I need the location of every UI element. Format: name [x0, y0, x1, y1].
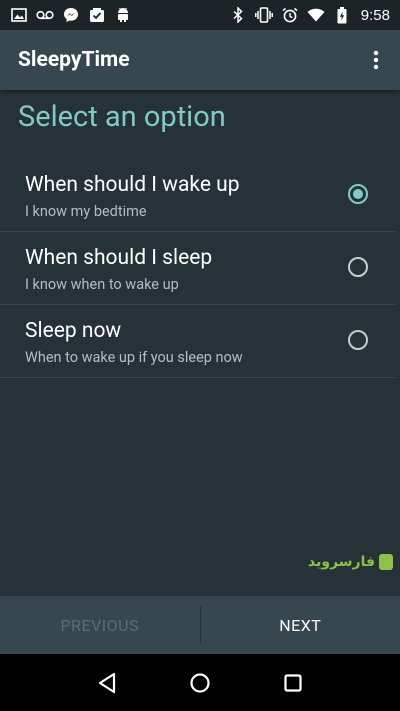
- vibrate-icon: [254, 6, 273, 24]
- previous-button[interactable]: PREVIOUS: [0, 596, 200, 654]
- inbox-icon: [88, 6, 106, 24]
- radio-button[interactable]: [348, 330, 368, 350]
- app-bar: SleepyTime: [0, 30, 400, 90]
- bottom-bar: PREVIOUS NEXT: [0, 596, 400, 654]
- option-title: Sleep now: [25, 319, 122, 343]
- status-bar-left: [10, 6, 132, 24]
- watermark: فارسروید: [308, 554, 394, 570]
- messenger-icon: [62, 6, 80, 24]
- option-wake-up[interactable]: When should I wake up I know my bedtime: [0, 160, 396, 232]
- battery-charging-icon: [333, 6, 351, 24]
- wifi-icon: [307, 6, 325, 24]
- watermark-text: فارسروید: [308, 554, 376, 570]
- status-bar-right: 9:58: [229, 6, 390, 24]
- more-vert-icon[interactable]: [364, 40, 388, 80]
- option-subtitle: I know when to wake up: [25, 276, 179, 293]
- radio-button[interactable]: [348, 257, 368, 277]
- app-title: SleepyTime: [18, 48, 130, 72]
- watermark-logo-icon: [379, 554, 394, 570]
- option-sleep[interactable]: When should I sleep I know when to wake …: [0, 233, 396, 305]
- option-sleep-now[interactable]: Sleep now When to wake up if you sleep n…: [0, 306, 396, 378]
- option-title: When should I wake up: [25, 173, 240, 197]
- recents-icon[interactable]: [273, 663, 313, 703]
- main-content: Select an option When should I wake up I…: [0, 90, 400, 596]
- radio-button-selected[interactable]: [348, 184, 368, 204]
- option-subtitle: When to wake up if you sleep now: [25, 349, 243, 366]
- status-time: 9:58: [360, 6, 390, 24]
- option-title: When should I sleep: [25, 246, 213, 270]
- nav-bar: [0, 654, 400, 711]
- status-bar: 9:58: [0, 0, 400, 30]
- back-icon[interactable]: [87, 663, 127, 703]
- image-icon: [10, 6, 28, 24]
- bluetooth-icon: [229, 6, 247, 24]
- section-title: Select an option: [18, 100, 226, 134]
- voicemail-icon: [36, 6, 54, 24]
- home-icon[interactable]: [180, 663, 220, 703]
- alarm-icon: [281, 6, 299, 24]
- option-subtitle: I know my bedtime: [25, 203, 147, 220]
- android-icon: [114, 6, 132, 24]
- next-button[interactable]: NEXT: [201, 596, 400, 654]
